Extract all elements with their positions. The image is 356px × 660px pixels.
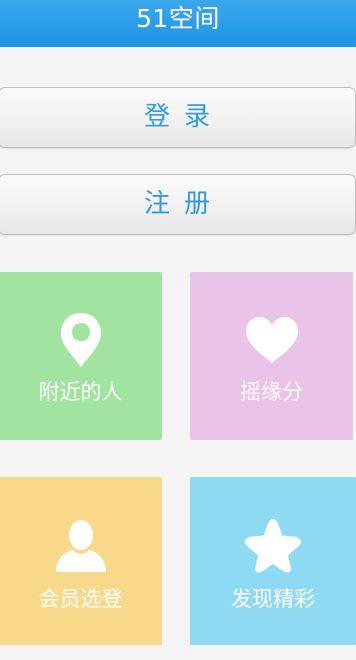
tile-label: 附近的人 (38, 380, 123, 404)
app-title: 51空间 (136, 4, 220, 33)
tile-label: 摇缘分 (240, 380, 303, 404)
star-icon (190, 515, 356, 575)
tile-nearby-people[interactable]: 附近的人 (0, 272, 162, 440)
tile-label: 发现精彩 (231, 587, 315, 611)
app-header: 51空间 (0, 0, 356, 47)
tile-discover[interactable]: 发现精彩 (190, 477, 356, 645)
tile-label: 会员选登 (38, 587, 123, 611)
tile-shake-fate[interactable]: 摇缘分 (190, 272, 353, 440)
register-button[interactable]: 注册 (0, 174, 356, 235)
tile-member-select[interactable]: 会员选登 (0, 477, 162, 645)
heart-icon (190, 310, 353, 370)
login-button[interactable]: 登录 (0, 87, 356, 148)
person-icon (0, 515, 162, 575)
location-pin-icon (0, 310, 162, 370)
